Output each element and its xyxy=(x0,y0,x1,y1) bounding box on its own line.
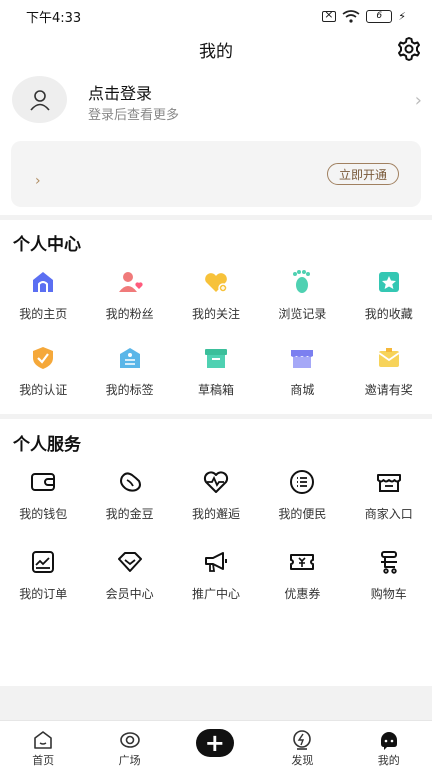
heartbeat-icon xyxy=(203,471,229,493)
avatar[interactable] xyxy=(12,76,67,123)
invite-envelope-icon xyxy=(378,348,400,367)
login-title[interactable]: 点击登录 xyxy=(88,80,152,104)
list-icon xyxy=(290,470,315,494)
personal-center-item[interactable]: 草稿箱 xyxy=(173,344,259,404)
divider xyxy=(0,414,432,419)
tag-icon xyxy=(119,348,140,368)
bottom-spacer xyxy=(0,686,432,720)
personal-center-row-1: 我的主页 我的粉丝 我的关注 浏览记录 我的收藏 xyxy=(0,268,432,328)
section-title-personal-services: 个人服务 xyxy=(13,435,81,455)
megaphone-icon xyxy=(204,552,227,572)
home-tab-icon xyxy=(34,731,52,749)
discover-tab-icon xyxy=(293,730,312,750)
charging-icon: ⚡ xyxy=(398,9,406,23)
personal-services-item[interactable]: 推广中心 xyxy=(173,548,259,608)
personal-center-item[interactable]: 我的认证 xyxy=(0,344,86,404)
bean-icon xyxy=(119,472,141,492)
login-subtitle: 登录后查看更多 xyxy=(88,108,180,123)
personal-services-item[interactable]: 我的金豆 xyxy=(86,468,172,528)
bottom-tab-bar: 首页 广场 + 发现 我的 xyxy=(0,720,432,768)
no-sim-icon xyxy=(322,8,337,22)
wifi-icon xyxy=(342,9,360,23)
personal-center-item[interactable]: 邀请有奖 xyxy=(346,344,432,404)
chevron-right-icon: › xyxy=(35,173,41,189)
chevron-right-icon[interactable]: › xyxy=(415,90,422,111)
follow-heart-icon xyxy=(205,273,228,293)
personal-services-item[interactable]: 我的钱包 xyxy=(0,468,86,528)
personal-services-row-1: 我的钱包 我的金豆 我的邂逅 我的便民 商家入口 xyxy=(0,468,432,528)
personal-services-item[interactable]: 商家入口 xyxy=(346,468,432,528)
star-icon xyxy=(378,272,399,292)
personal-center-row-2: 我的认证 我的标签 草稿箱 商城 邀请有奖 xyxy=(0,344,432,404)
cart-icon xyxy=(380,551,397,574)
tab-home[interactable]: 首页 xyxy=(0,721,86,768)
personal-center-item[interactable]: 我的关注 xyxy=(173,268,259,328)
store-icon xyxy=(376,474,401,492)
open-vip-button[interactable]: 立即开通 xyxy=(326,163,399,185)
vip-banner[interactable]: › 立即开通 xyxy=(11,141,421,207)
status-icons: 6 ⚡ xyxy=(322,8,406,23)
status-bar: 下午4:33 6 ⚡ xyxy=(0,0,432,32)
personal-center-item[interactable]: 浏览记录 xyxy=(259,268,345,328)
diamond-icon xyxy=(117,552,142,572)
section-title-personal-center: 个人中心 xyxy=(13,235,81,255)
personal-services-item[interactable]: 会员中心 xyxy=(86,548,172,608)
user-icon xyxy=(29,89,50,111)
wallet-icon xyxy=(31,473,56,491)
status-time: 下午4:33 xyxy=(26,10,82,26)
coupon-icon xyxy=(290,554,315,570)
personal-services-item[interactable]: 我的便民 xyxy=(259,468,345,528)
personal-services-row-2: 我的订单 会员中心 推广中心 优惠券 购物车 xyxy=(0,548,432,608)
fans-icon xyxy=(118,272,143,292)
personal-center-item[interactable]: 我的标签 xyxy=(86,344,172,404)
personal-center-item[interactable]: 商城 xyxy=(259,344,345,404)
mine-tab-icon xyxy=(380,732,397,750)
personal-services-item[interactable]: 我的订单 xyxy=(0,548,86,608)
personal-services-item[interactable]: 我的邂逅 xyxy=(173,468,259,528)
tab-discover[interactable]: 发现 xyxy=(259,721,345,768)
home-icon xyxy=(33,272,54,292)
footprint-icon xyxy=(293,270,311,293)
divider xyxy=(0,215,432,220)
personal-center-item[interactable]: 我的主页 xyxy=(0,268,86,328)
order-icon xyxy=(32,551,55,573)
personal-center-item[interactable]: 我的收藏 xyxy=(346,268,432,328)
login-card[interactable]: 点击登录 登录后查看更多 › xyxy=(0,76,432,128)
draft-box-icon xyxy=(204,349,227,368)
settings-gear-icon[interactable] xyxy=(396,36,422,62)
tab-mine[interactable]: 我的 xyxy=(346,721,432,768)
header: 我的 xyxy=(0,32,432,66)
tab-square[interactable]: 广场 xyxy=(86,721,172,768)
square-tab-icon xyxy=(119,732,140,748)
page-title: 我的 xyxy=(199,41,233,62)
shop-icon xyxy=(291,350,314,368)
personal-services-item[interactable]: 购物车 xyxy=(346,548,432,608)
tab-add[interactable]: + xyxy=(173,721,259,768)
battery-icon: 6 xyxy=(366,9,393,23)
personal-center-item[interactable]: 我的粉丝 xyxy=(86,268,172,328)
add-icon[interactable]: + xyxy=(195,729,234,757)
personal-services-item[interactable]: 优惠券 xyxy=(259,548,345,608)
shield-check-icon xyxy=(33,347,54,369)
